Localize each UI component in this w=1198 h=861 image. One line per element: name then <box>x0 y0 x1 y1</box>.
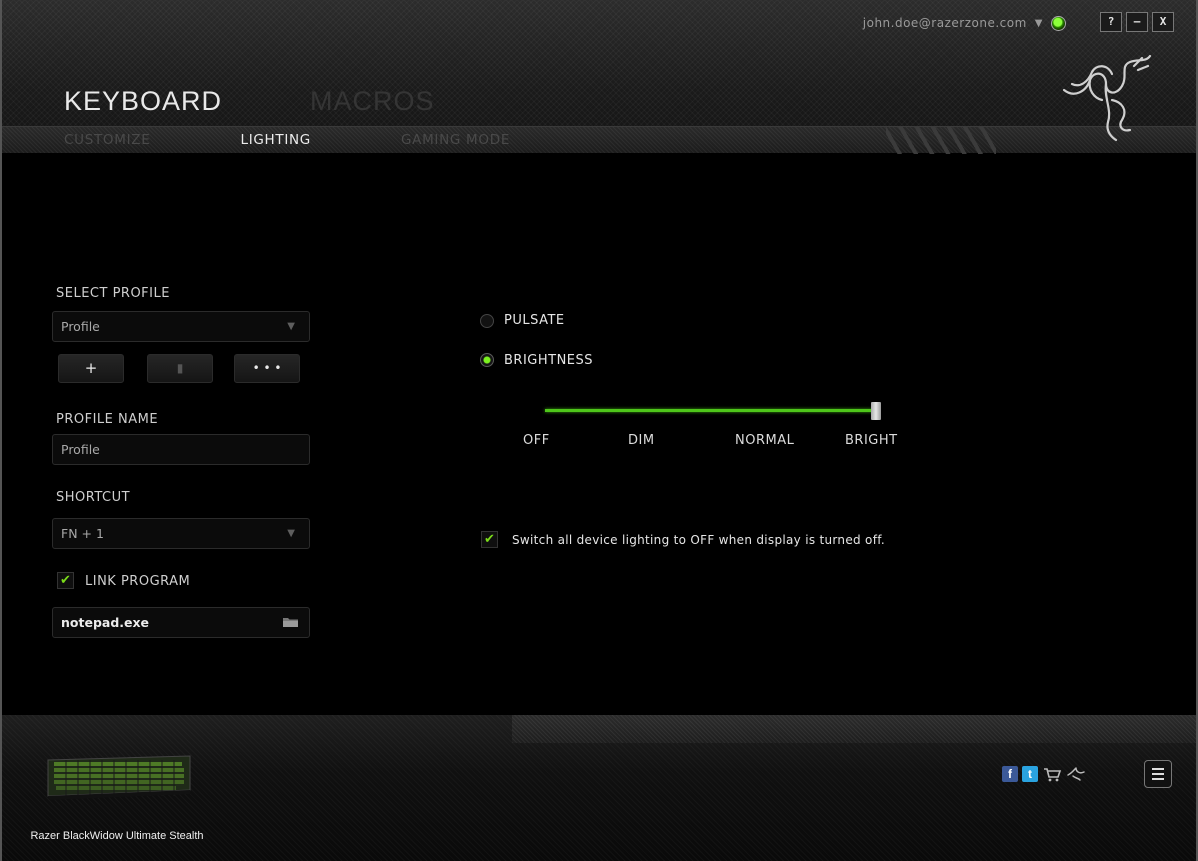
brightness-label: BRIGHTNESS <box>504 353 594 368</box>
sub-tab-strip: CUSTOMIZE LIGHTING GAMING MODE <box>2 126 1196 154</box>
tab-gaming-mode[interactable]: GAMING MODE <box>401 132 510 148</box>
tab-lighting[interactable]: LIGHTING <box>240 132 311 148</box>
keyboard-device-image[interactable] <box>44 752 194 802</box>
account-dropdown-icon[interactable]: ▼ <box>1035 18 1043 29</box>
brightness-radio[interactable] <box>480 353 494 367</box>
scale-label-normal: NORMAL <box>735 433 795 448</box>
facebook-icon[interactable]: f <box>1002 766 1018 782</box>
header: john.doe@razerzone.com ▼ ? – X KEYBOARD … <box>2 0 1196 154</box>
account-email[interactable]: john.doe@razerzone.com <box>863 16 1027 30</box>
close-button[interactable]: X <box>1152 12 1174 32</box>
menu-button[interactable] <box>1144 760 1172 788</box>
device-name: Razer BlackWidow Ultimate Stealth <box>30 830 204 842</box>
delete-profile-button[interactable]: ▮ <box>147 354 213 383</box>
account-bar: john.doe@razerzone.com ▼ <box>863 14 1066 32</box>
program-path-value: notepad.exe <box>61 615 150 630</box>
link-program-checkbox[interactable]: ✔ <box>57 572 74 589</box>
profile-select[interactable]: Profile ▼ <box>52 311 310 342</box>
scale-label-off: OFF <box>523 433 550 448</box>
profile-name-input[interactable]: Profile <box>52 434 310 465</box>
razer-icon[interactable] <box>1066 766 1086 782</box>
store-icon[interactable] <box>1042 766 1062 782</box>
select-profile-label: SELECT PROFILE <box>56 286 170 301</box>
display-off-checkbox[interactable]: ✔ <box>481 531 498 548</box>
sub-tabs: CUSTOMIZE LIGHTING GAMING MODE <box>64 132 600 148</box>
tab-keyboard[interactable]: KEYBOARD <box>64 86 222 117</box>
online-status-icon <box>1051 15 1066 31</box>
menu-line-icon <box>1152 773 1164 775</box>
brightness-slider-handle[interactable] <box>871 402 881 420</box>
link-program-label: LINK PROGRAM <box>85 574 191 589</box>
pulsate-radio[interactable] <box>480 314 494 328</box>
chevron-down-icon: ▼ <box>287 321 295 332</box>
shortcut-select[interactable]: FN + 1 ▼ <box>52 518 310 549</box>
scale-label-dim: DIM <box>628 433 655 448</box>
tab-macros[interactable]: MACROS <box>310 86 435 117</box>
tab-customize[interactable]: CUSTOMIZE <box>64 132 150 148</box>
shortcut-select-value: FN + 1 <box>61 526 104 541</box>
help-button[interactable]: ? <box>1100 12 1122 32</box>
footer-band <box>512 715 1196 743</box>
synapse-window: john.doe@razerzone.com ▼ ? – X KEYBOARD … <box>0 0 1198 861</box>
social-links: f t <box>1002 766 1086 782</box>
shortcut-label: SHORTCUT <box>56 490 131 505</box>
folder-icon[interactable] <box>282 616 299 628</box>
menu-line-icon <box>1152 778 1164 780</box>
add-profile-button[interactable]: + <box>58 354 124 383</box>
main-tabs: KEYBOARD MACROS <box>64 86 435 117</box>
stripe-decoration <box>886 127 996 154</box>
minimize-button[interactable]: – <box>1126 12 1148 32</box>
display-off-label: Switch all device lighting to OFF when d… <box>512 533 885 547</box>
razer-logo-icon <box>1062 54 1152 142</box>
more-options-button[interactable]: • • • <box>234 354 300 383</box>
program-path-input[interactable]: notepad.exe <box>52 607 310 638</box>
twitter-icon[interactable]: t <box>1022 766 1038 782</box>
brightness-slider-track[interactable] <box>545 409 875 412</box>
window-controls: ? – X <box>1100 12 1174 32</box>
profile-name-label: PROFILE NAME <box>56 412 159 427</box>
chevron-down-icon: ▼ <box>287 528 295 539</box>
scale-label-bright: BRIGHT <box>845 433 898 448</box>
menu-line-icon <box>1152 768 1164 770</box>
profile-select-value: Profile <box>61 319 100 334</box>
pulsate-label: PULSATE <box>504 313 565 328</box>
